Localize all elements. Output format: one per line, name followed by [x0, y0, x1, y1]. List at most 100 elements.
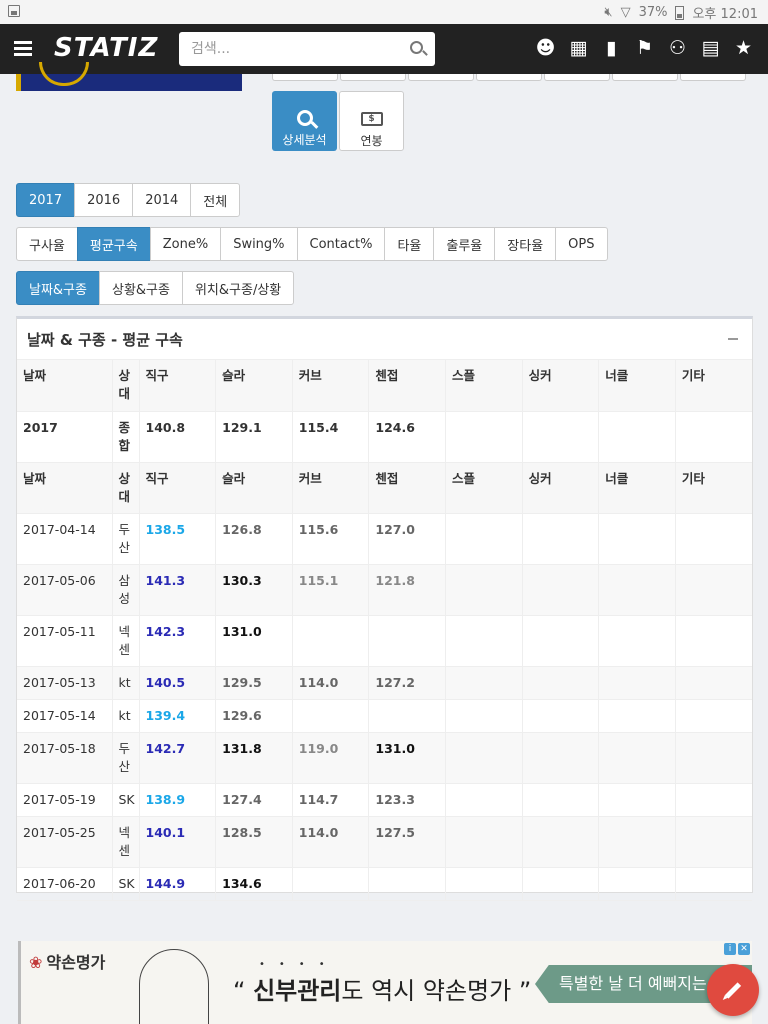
tab-year-all[interactable]: 전체 [190, 183, 241, 217]
clipped-button[interactable] [272, 74, 338, 81]
row-value-cell [445, 564, 523, 616]
collapse-icon[interactable] [728, 338, 738, 340]
flag-icon[interactable]: ⚑ [634, 37, 655, 59]
row-value-cell [675, 783, 752, 817]
row-value-cell [292, 699, 370, 733]
search-input[interactable] [179, 32, 399, 66]
tab-date-pitch[interactable]: 날짜&구종 [16, 271, 100, 305]
row-opponent: SK [112, 783, 140, 817]
clipped-button-row [272, 74, 746, 81]
row-value-cell [598, 699, 676, 733]
tab-location-pitch[interactable]: 위치&구종/상황 [181, 271, 295, 305]
clipped-button[interactable] [612, 74, 678, 81]
row-value-cell [598, 867, 676, 901]
table-icon[interactable]: ▦ [568, 37, 589, 59]
ad-headline-bold: 신부관리 [253, 977, 342, 1005]
row-value-cell: 114.0 [292, 666, 370, 700]
write-fab-button[interactable] [707, 964, 759, 1016]
row-value-cell: 131.0 [368, 732, 446, 784]
row-opponent: 넥센 [112, 615, 140, 667]
row-value-cell: 115.6 [292, 513, 370, 565]
salary-button[interactable]: $ 연봉 [339, 91, 404, 151]
tab-contact[interactable]: Contact% [296, 227, 386, 261]
detail-analysis-label: 상세분석 [282, 133, 327, 147]
row-value-cell [522, 513, 600, 565]
table-header-row: 날짜 상대 직구 슬라 커브 첸접 스플 싱커 너클 기타 [17, 360, 752, 412]
clipped-button[interactable] [544, 74, 610, 81]
row-value-cell [445, 666, 523, 700]
tab-situation-pitch[interactable]: 상황&구종 [98, 271, 183, 305]
row-opponent: kt [112, 666, 140, 700]
row-value-cell [445, 783, 523, 817]
person-icon[interactable]: ⚇ [667, 37, 688, 59]
panel-header: 날짜 & 구종 - 평균 구속 [17, 319, 752, 360]
tab-year-2017[interactable]: 2017 [16, 183, 76, 217]
column-header: 첸접 [368, 360, 446, 412]
tab-slg[interactable]: 장타율 [494, 227, 557, 261]
tab-year-2016[interactable]: 2016 [74, 183, 134, 217]
ad-banner[interactable]: ❀ 약손명가 •••• “ 신부관리도 역시 약손명가 ” 특별한 날 더 예뻐지… [18, 941, 752, 1024]
clipped-button[interactable] [476, 74, 542, 81]
column-header: 상대 [112, 360, 140, 412]
row-value-cell [522, 564, 600, 616]
row-value-cell: 144.9 [139, 867, 217, 901]
row-value-cell: 139.4 [139, 699, 217, 733]
column-header: 슬라 [215, 462, 293, 514]
row-value-cell [522, 816, 600, 868]
row-value-cell [598, 666, 676, 700]
tab-ops[interactable]: OPS [555, 227, 608, 261]
row-date: 2017-06-20 [17, 867, 113, 901]
ad-info-icon[interactable]: i [724, 943, 736, 955]
table-row: 2017-05-06 삼성 141.3 130.3 115.1 121.8 [17, 564, 752, 616]
users-icon[interactable]: ☻ [535, 37, 556, 59]
salary-label: 연봉 [360, 134, 383, 148]
site-logo[interactable]: STATIZ [54, 33, 158, 63]
total-value-cell: 124.6 [368, 411, 446, 463]
bride-illustration [139, 949, 209, 1024]
clipped-button[interactable] [340, 74, 406, 81]
row-opponent: kt [112, 699, 140, 733]
row-date: 2017-04-14 [17, 513, 113, 565]
table-row: 2017-05-13 kt 140.5 129.5 114.0 127.2 [17, 666, 752, 700]
row-value-cell: 115.1 [292, 564, 370, 616]
row-opponent: 삼성 [112, 564, 140, 616]
row-value-cell: 140.5 [139, 666, 217, 700]
tab-avg[interactable]: 타율 [384, 227, 435, 261]
menu-icon[interactable] [14, 41, 32, 57]
column-header: 직구 [139, 360, 217, 412]
tab-avg-velocity[interactable]: 평균구속 [76, 227, 151, 261]
row-opponent: SK [112, 867, 140, 901]
clipped-button[interactable] [680, 74, 746, 81]
row-value-cell [675, 615, 752, 667]
row-value-cell: 114.7 [292, 783, 370, 817]
detail-analysis-button[interactable]: 상세분석 [272, 91, 337, 151]
clipped-button[interactable] [408, 74, 474, 81]
tab-zone[interactable]: Zone% [149, 227, 222, 261]
team-emblem-icon [39, 62, 89, 86]
tab-obp[interactable]: 출루율 [433, 227, 496, 261]
calendar-icon[interactable]: ▤ [700, 37, 721, 59]
total-value-cell: 115.4 [292, 411, 370, 463]
column-header: 날짜 [17, 360, 113, 412]
ad-dots: •••• [259, 959, 339, 970]
table-row: 2017-05-14 kt 139.4 129.6 [17, 699, 752, 733]
ad-controls: i ✕ [724, 943, 750, 955]
search-icon[interactable] [410, 41, 423, 54]
row-value-cell [445, 732, 523, 784]
tab-swing[interactable]: Swing% [220, 227, 298, 261]
bookmark-icon[interactable]: ▮ [601, 37, 622, 59]
total-row: 2017 종합 140.8 129.1 115.4 124.6 [17, 411, 752, 463]
row-value-cell: 131.0 [215, 615, 293, 667]
tab-pitch-usage[interactable]: 구사율 [16, 227, 78, 261]
tab-year-2014[interactable]: 2014 [132, 183, 192, 217]
table-row: 2017-05-19 SK 138.9 127.4 114.7 123.3 [17, 783, 752, 817]
row-value-cell: 127.5 [368, 816, 446, 868]
total-value-cell: 129.1 [215, 411, 293, 463]
row-value-cell: 142.7 [139, 732, 217, 784]
row-value-cell [522, 615, 600, 667]
row-date: 2017-05-25 [17, 816, 113, 868]
row-value-cell [598, 615, 676, 667]
ad-close-icon[interactable]: ✕ [738, 943, 750, 955]
row-value-cell [675, 513, 752, 565]
star-icon[interactable]: ★ [733, 37, 754, 59]
